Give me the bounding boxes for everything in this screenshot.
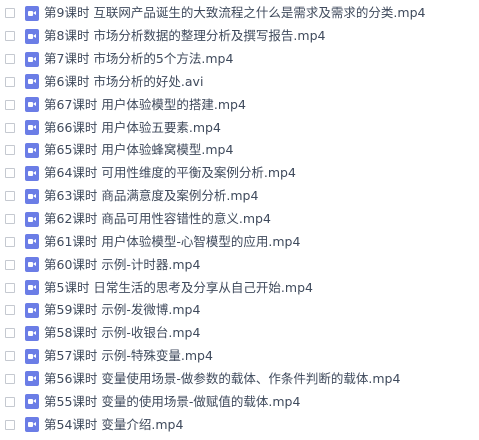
file-name[interactable]: 第8课时 市场分析数据的整理分析及撰写报告.mp4 xyxy=(44,28,325,44)
row-checkbox[interactable] xyxy=(5,122,15,133)
file-row[interactable]: 第58课时 示例-收银台.mp4 xyxy=(0,322,479,345)
row-checkbox[interactable] xyxy=(5,328,15,339)
file-list: 第9课时 互联网产品诞生的大致流程之什么是需求及需求的分类.mp4 第8课时 市… xyxy=(0,0,479,440)
file-row[interactable]: 第62课时 商品可用性容错性的意义.mp4 xyxy=(0,208,479,231)
video-file-icon xyxy=(25,142,39,158)
file-name[interactable]: 第60课时 示例-计时器.mp4 xyxy=(44,257,200,273)
video-file-icon xyxy=(25,51,39,67)
video-file-icon xyxy=(25,371,39,387)
file-row[interactable]: 第55课时 变量的使用场景-做赋值的载体.mp4 xyxy=(0,390,479,413)
video-file-icon xyxy=(25,394,39,410)
file-name[interactable]: 第61课时 用户体验模型-心智模型的应用.mp4 xyxy=(44,234,300,250)
row-checkbox[interactable] xyxy=(5,99,15,110)
video-file-icon xyxy=(25,74,39,90)
video-file-icon xyxy=(25,348,39,364)
video-file-icon xyxy=(25,280,39,296)
row-checkbox[interactable] xyxy=(5,31,15,42)
file-row[interactable]: 第64课时 可用性维度的平衡及案例分析.mp4 xyxy=(0,162,479,185)
video-file-icon xyxy=(25,234,39,250)
file-name[interactable]: 第55课时 变量的使用场景-做赋值的载体.mp4 xyxy=(44,394,300,410)
row-checkbox[interactable] xyxy=(5,54,15,65)
video-file-icon xyxy=(25,211,39,227)
file-name[interactable]: 第9课时 互联网产品诞生的大致流程之什么是需求及需求的分类.mp4 xyxy=(44,5,425,21)
file-name[interactable]: 第63课时 商品满意度及案例分析.mp4 xyxy=(44,188,258,204)
row-checkbox[interactable] xyxy=(5,259,15,270)
file-name[interactable]: 第62课时 商品可用性容错性的意义.mp4 xyxy=(44,211,271,227)
row-checkbox[interactable] xyxy=(5,145,15,156)
file-name[interactable]: 第6课时 市场分析的好处.avi xyxy=(44,74,203,90)
file-row[interactable]: 第5课时 日常生活的思考及分享从自己开始.mp4 xyxy=(0,276,479,299)
file-name[interactable]: 第65课时 用户体验蜂窝模型.mp4 xyxy=(44,142,233,158)
file-row[interactable]: 第65课时 用户体验蜂窝模型.mp4 xyxy=(0,139,479,162)
file-row[interactable]: 第56课时 变量使用场景-做参数的载体、作条件判断的载体.mp4 xyxy=(0,368,479,391)
video-file-icon xyxy=(25,417,39,433)
row-checkbox[interactable] xyxy=(5,351,15,362)
row-checkbox[interactable] xyxy=(5,282,15,293)
file-name[interactable]: 第67课时 用户体验模型的搭建.mp4 xyxy=(44,97,246,113)
row-checkbox[interactable] xyxy=(5,76,15,87)
video-file-icon xyxy=(25,120,39,136)
file-row[interactable]: 第9课时 互联网产品诞生的大致流程之什么是需求及需求的分类.mp4 xyxy=(0,2,479,25)
video-file-icon xyxy=(25,325,39,341)
video-file-icon xyxy=(25,302,39,318)
file-row[interactable]: 第59课时 示例-发微博.mp4 xyxy=(0,299,479,322)
file-row[interactable]: 第61课时 用户体验模型-心智模型的应用.mp4 xyxy=(0,230,479,253)
video-file-icon xyxy=(25,97,39,113)
file-row[interactable]: 第6课时 市场分析的好处.avi xyxy=(0,71,479,94)
file-row[interactable]: 第66课时 用户体验五要素.mp4 xyxy=(0,116,479,139)
file-row[interactable]: 第63课时 商品满意度及案例分析.mp4 xyxy=(0,185,479,208)
row-checkbox[interactable] xyxy=(5,396,15,407)
file-row[interactable]: 第60课时 示例-计时器.mp4 xyxy=(0,253,479,276)
video-file-icon xyxy=(25,5,39,21)
row-checkbox[interactable] xyxy=(5,419,15,430)
file-row[interactable]: 第7课时 市场分析的5个方法.mp4 xyxy=(0,48,479,71)
row-checkbox[interactable] xyxy=(5,168,15,179)
file-row[interactable]: 第67课时 用户体验模型的搭建.mp4 xyxy=(0,93,479,116)
file-row[interactable]: 第8课时 市场分析数据的整理分析及撰写报告.mp4 xyxy=(0,25,479,48)
file-name[interactable]: 第66课时 用户体验五要素.mp4 xyxy=(44,120,221,136)
row-checkbox[interactable] xyxy=(5,236,15,247)
file-name[interactable]: 第7课时 市场分析的5个方法.mp4 xyxy=(44,51,233,67)
row-checkbox[interactable] xyxy=(5,191,15,202)
file-name[interactable]: 第57课时 示例-特殊变量.mp4 xyxy=(44,348,213,364)
row-checkbox[interactable] xyxy=(5,8,15,19)
file-name[interactable]: 第56课时 变量使用场景-做参数的载体、作条件判断的载体.mp4 xyxy=(44,371,400,387)
video-file-icon xyxy=(25,28,39,44)
file-row[interactable]: 第54课时 变量介绍.mp4 xyxy=(0,413,479,436)
file-name[interactable]: 第54课时 变量介绍.mp4 xyxy=(44,417,183,433)
file-row[interactable]: 第57课时 示例-特殊变量.mp4 xyxy=(0,345,479,368)
file-name[interactable]: 第59课时 示例-发微博.mp4 xyxy=(44,302,200,318)
row-checkbox[interactable] xyxy=(5,214,15,225)
video-file-icon xyxy=(25,257,39,273)
file-name[interactable]: 第64课时 可用性维度的平衡及案例分析.mp4 xyxy=(44,165,296,181)
video-file-icon xyxy=(25,165,39,181)
row-checkbox[interactable] xyxy=(5,373,15,384)
row-checkbox[interactable] xyxy=(5,305,15,316)
file-name[interactable]: 第5课时 日常生活的思考及分享从自己开始.mp4 xyxy=(44,280,313,296)
video-file-icon xyxy=(25,188,39,204)
file-name[interactable]: 第58课时 示例-收银台.mp4 xyxy=(44,325,200,341)
